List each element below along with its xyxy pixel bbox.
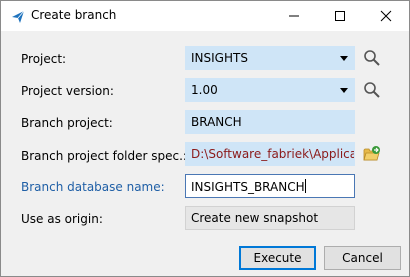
project-select[interactable]: INSIGHTS: [185, 46, 355, 70]
project-value: INSIGHTS: [191, 51, 248, 65]
branch-folder-label: Branch project folder spec.:: [21, 149, 187, 163]
text-caret: [304, 179, 306, 193]
branch-folder-input[interactable]: D:\Software_fabriek\Applicaties: [185, 142, 355, 166]
title-bar[interactable]: Create branch: [1, 1, 409, 31]
chevron-down-icon: [340, 88, 348, 93]
branch-project-label: Branch project:: [21, 116, 113, 130]
maximize-icon: [335, 11, 345, 21]
origin-field[interactable]: Create new snapshot: [185, 206, 355, 230]
origin-value: Create new snapshot: [191, 211, 319, 225]
project-version-select[interactable]: 1.00: [185, 78, 355, 102]
maximize-button[interactable]: [317, 1, 363, 31]
chevron-down-icon: [340, 56, 348, 61]
folder-open-icon[interactable]: [363, 145, 381, 163]
project-version-label: Project version:: [21, 84, 114, 98]
search-icon[interactable]: [363, 81, 381, 99]
branch-db-value: INSIGHTS_BRANCH: [191, 180, 305, 194]
execute-button[interactable]: Execute: [239, 246, 316, 270]
project-label: Project:: [21, 52, 67, 66]
window-title: Create branch: [31, 8, 117, 22]
origin-label: Use as origin:: [21, 212, 103, 226]
minimize-icon: [289, 15, 299, 17]
branch-folder-value: D:\Software_fabriek\Applicaties: [191, 147, 354, 161]
send-arrow-icon: [12, 10, 25, 23]
branch-db-input[interactable]: INSIGHTS_BRANCH: [185, 174, 355, 198]
close-button[interactable]: [363, 1, 409, 31]
create-branch-dialog: Create branch Project: INSIGHTS Project …: [0, 0, 410, 277]
close-icon: [380, 10, 392, 22]
minimize-button[interactable]: [271, 1, 317, 31]
project-version-value: 1.00: [191, 83, 218, 97]
branch-project-value: BRANCH: [191, 115, 242, 129]
branch-db-label: Branch database name:: [21, 180, 165, 194]
branch-project-input[interactable]: BRANCH: [185, 110, 355, 134]
search-icon[interactable]: [363, 49, 381, 67]
cancel-button[interactable]: Cancel: [324, 246, 401, 270]
